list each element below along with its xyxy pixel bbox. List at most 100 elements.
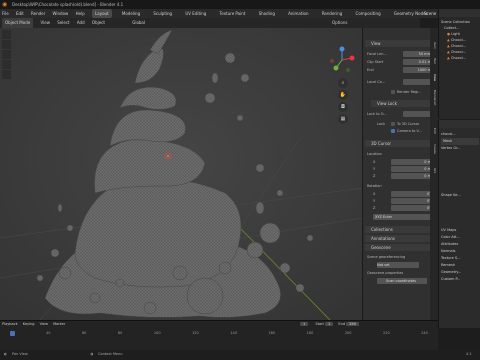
location-x-field[interactable]: 0 m xyxy=(391,159,433,165)
blender-logo-icon: ◉ xyxy=(2,1,8,8)
end-frame-field[interactable]: 250 xyxy=(346,322,359,326)
timeline-view-menu[interactable]: View xyxy=(40,322,48,326)
focal-length-label: Focal Len... xyxy=(367,52,387,56)
marker-menu[interactable]: Marker xyxy=(53,322,65,326)
playback-menu[interactable]: Playback xyxy=(2,322,18,326)
lock-to-object-field[interactable] xyxy=(403,111,433,117)
outliner: Scene Collection Collect... ● Light ▲ Ch… xyxy=(438,9,480,119)
3d-viewport[interactable]: ⌕ ✋ ◘ ▦ xyxy=(0,28,362,320)
transform-orientation[interactable]: Global xyxy=(132,18,145,28)
georef-select[interactable]: Not set xyxy=(377,262,419,268)
start-frame-field[interactable]: 1 xyxy=(325,322,334,326)
tab-compositing[interactable]: Compositing xyxy=(353,9,384,18)
perspective-grid-icon[interactable]: ▦ xyxy=(338,114,348,124)
tick-label: 160 xyxy=(268,331,276,335)
view-lock-header[interactable]: View Lock xyxy=(371,100,433,107)
tick-label: 80 xyxy=(117,331,123,335)
outliner-item-chocolate-4[interactable]: ▲ Chocol... xyxy=(441,55,479,61)
section-color-attributes[interactable]: Color Att... xyxy=(441,234,479,241)
x-label: X xyxy=(373,160,376,164)
rotation-y-field[interactable]: 0° xyxy=(391,198,433,204)
tab-layout[interactable]: Layout xyxy=(92,9,112,18)
start-label: Start xyxy=(315,322,324,326)
rotation-z-field[interactable]: 0° xyxy=(391,205,433,211)
camera-to-view-checkbox[interactable] xyxy=(391,129,395,133)
render-region-checkbox[interactable] xyxy=(391,90,395,94)
menu-render[interactable]: Render xyxy=(31,9,45,18)
move-tool-icon[interactable] xyxy=(2,50,11,59)
view-section-header[interactable]: View xyxy=(365,40,433,47)
keying-menu[interactable]: Keying xyxy=(23,322,35,326)
location-y-field[interactable]: 0 m xyxy=(391,166,433,172)
tab-view[interactable]: View xyxy=(431,74,437,81)
camera-view-icon[interactable]: ◘ xyxy=(338,102,348,112)
tab-rendering[interactable]: Rendering xyxy=(319,9,345,18)
end-label: End xyxy=(338,322,346,326)
section-normals[interactable]: Normals xyxy=(441,248,479,255)
section-custom-properties[interactable]: Custom P... xyxy=(441,276,479,283)
playhead[interactable] xyxy=(10,331,15,336)
scale-tool-icon[interactable] xyxy=(2,70,11,79)
section-texture-space[interactable]: Texture S... xyxy=(441,255,479,262)
object-name[interactable]: chocol... xyxy=(441,131,479,138)
rotate-tool-icon[interactable] xyxy=(2,60,11,69)
section-remesh[interactable]: Remesh xyxy=(441,262,479,269)
focal-length-field[interactable]: 50 mm xyxy=(403,51,433,57)
section-geometry-data[interactable]: Geometry... xyxy=(441,269,479,276)
local-camera-field[interactable] xyxy=(403,79,433,85)
mesh-data-name[interactable]: Mesh xyxy=(441,138,479,145)
rz-label: Z xyxy=(373,206,376,210)
tick-label: 180 xyxy=(306,331,314,335)
section-shape-keys[interactable]: Shape Ke... xyxy=(441,192,479,199)
annotations-header[interactable]: Annotations xyxy=(365,235,433,242)
geoscene-header[interactable]: Geoscene xyxy=(365,244,433,251)
mode-selector[interactable]: Object Mode xyxy=(2,18,34,28)
cursor-tool-icon[interactable] xyxy=(2,40,11,49)
header-add[interactable]: Add xyxy=(77,18,85,28)
tab-shading[interactable]: Shading xyxy=(256,9,278,18)
title-bar: ◉ Desktop\WIP\Chocolate splash(old).blen… xyxy=(0,0,480,9)
select-tool-icon[interactable] xyxy=(2,30,11,39)
menu-help[interactable]: Help xyxy=(76,9,85,18)
tab-item[interactable]: Item xyxy=(431,42,437,49)
location-z-field[interactable]: 0 m xyxy=(391,173,433,179)
header-view[interactable]: View xyxy=(40,18,50,28)
collections-header[interactable]: Collections xyxy=(365,226,433,233)
sidebar-tabs: Item Tool View Blenderkit Edit Create GI… xyxy=(430,28,438,328)
tab-modeling[interactable]: Modeling xyxy=(119,9,143,18)
timeline-ruler[interactable]: 20 40 60 80 100 120 140 160 180 200 220 … xyxy=(10,331,428,337)
rotation-mode-select[interactable]: XYZ Euler xyxy=(373,214,433,220)
scene-selector[interactable]: Scene xyxy=(424,9,436,18)
tab-gis[interactable]: GIS xyxy=(431,168,437,173)
tab-sculpting[interactable]: Sculpting xyxy=(150,9,175,18)
current-frame-field[interactable]: 1 xyxy=(300,322,309,326)
scene-georef-label: Scene georeferencing xyxy=(367,255,406,259)
menu-window[interactable]: Window xyxy=(53,9,69,18)
tab-uv-editing[interactable]: UV Editing xyxy=(182,9,209,18)
section-attributes[interactable]: Attributes xyxy=(441,241,479,248)
section-uv-maps[interactable]: UV Maps xyxy=(441,227,479,234)
zoom-icon[interactable]: ⌕ xyxy=(338,78,348,88)
navigation-gizmo[interactable] xyxy=(328,46,356,74)
clip-start-field[interactable]: 0.01 m xyxy=(403,59,433,65)
rotation-x-field[interactable]: 0° xyxy=(391,191,433,197)
section-vertex-groups[interactable]: Vertex Gr... xyxy=(441,145,479,152)
tab-tool[interactable]: Tool xyxy=(431,58,437,64)
tab-animation[interactable]: Animation xyxy=(285,9,311,18)
scan-coordinates-button[interactable]: Scan coordinates xyxy=(377,278,427,284)
tab-edit[interactable]: Edit xyxy=(431,128,437,134)
menu-edit[interactable]: Edit xyxy=(16,9,24,18)
tab-texture-paint[interactable]: Texture Paint xyxy=(217,9,249,18)
pan-hand-icon[interactable]: ✋ xyxy=(338,90,348,100)
clip-end-field[interactable]: 1000 m xyxy=(403,67,433,73)
timeline: Playback Keying View Marker 1 Start 1 En… xyxy=(0,320,438,351)
to-3d-cursor-checkbox[interactable] xyxy=(391,122,395,126)
header-select[interactable]: Select xyxy=(57,18,69,28)
header-object[interactable]: Object xyxy=(92,18,105,28)
menu-file[interactable]: File xyxy=(2,9,9,18)
tab-blenderkit[interactable]: Blenderkit xyxy=(431,90,437,105)
options-button[interactable]: Options xyxy=(332,18,347,28)
tab-create[interactable]: Create xyxy=(431,144,437,154)
sidebar-n-panel: View Focal Len... 50 mm Clip Start 0.01 … xyxy=(362,28,439,328)
3d-cursor-header[interactable]: 3D Cursor xyxy=(365,140,433,147)
